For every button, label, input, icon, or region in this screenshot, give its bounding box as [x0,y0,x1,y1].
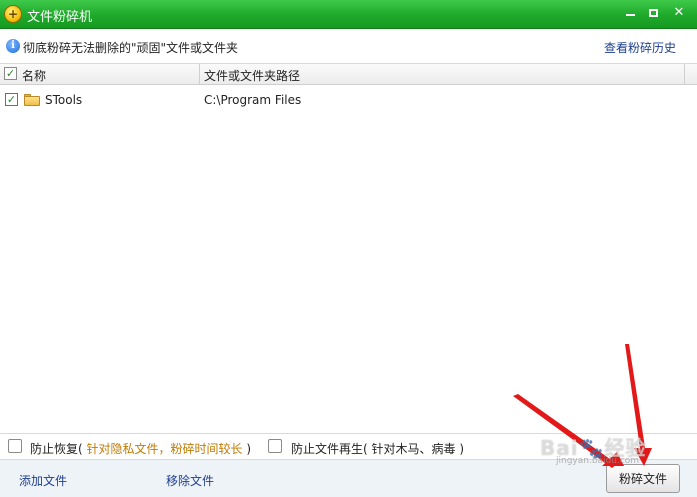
window-title: 文件粉碎机 [27,10,93,25]
folder-icon [24,94,40,106]
prevent-recovery-hint: 针对隐私文件，粉碎时间较长 [86,442,243,456]
prevent-recovery-checkbox[interactable] [8,439,22,453]
prevent-regen-checkbox[interactable] [268,439,282,453]
column-header-path[interactable]: 文件或文件夹路径 [204,67,300,84]
remove-file-link[interactable]: 移除文件 [166,472,214,489]
select-all-checkbox[interactable]: ✓ [4,67,17,80]
row-checkbox[interactable]: ✓ [5,93,18,106]
column-divider[interactable] [199,64,200,85]
prevent-recovery-text: 防止恢复 [30,442,79,456]
table-row[interactable]: ✓ STools C:\Program Files [0,90,697,110]
checkmark-icon: ✓ [5,67,16,80]
maximize-icon [648,8,658,17]
watermark-url: jingyan.baidu.com [556,456,640,466]
close-icon: ✕ [673,5,685,20]
column-divider[interactable] [684,64,685,85]
view-history-link[interactable]: 查看粉碎历史 [604,39,676,56]
title-bar: + 文件粉碎机 ✕ [0,0,697,29]
list-header: ✓ 名称 文件或文件夹路径 [0,64,697,85]
row-name: STools [45,93,83,107]
row-path: C:\Program Files [204,93,302,107]
prevent-recovery-label[interactable]: 防止恢复( 针对隐私文件，粉碎时间较长 ) [30,440,251,457]
info-text: 彻底粉碎无法删除的"顽固"文件或文件夹 [23,41,239,55]
close-button[interactable]: ✕ [668,4,690,22]
prevent-regen-hint: 针对木马、病毒 [371,442,456,456]
shred-file-button[interactable]: 粉碎文件 [606,464,680,493]
info-bar: i 彻底粉碎无法删除的"顽固"文件或文件夹 查看粉碎历史 [0,29,697,64]
checkmark-icon: ✓ [6,93,17,106]
add-file-link[interactable]: 添加文件 [19,472,67,489]
minimize-button[interactable] [619,4,641,22]
plus-shield-icon: + [4,5,22,23]
maximize-button[interactable] [642,4,664,22]
prevent-regen-label[interactable]: 防止文件再生( 针对木马、病毒 ) [291,440,464,457]
prevent-regen-text: 防止文件再生 [291,442,364,456]
info-icon: i [6,39,20,53]
column-header-name[interactable]: 名称 [22,67,46,84]
minimize-icon [625,13,635,16]
